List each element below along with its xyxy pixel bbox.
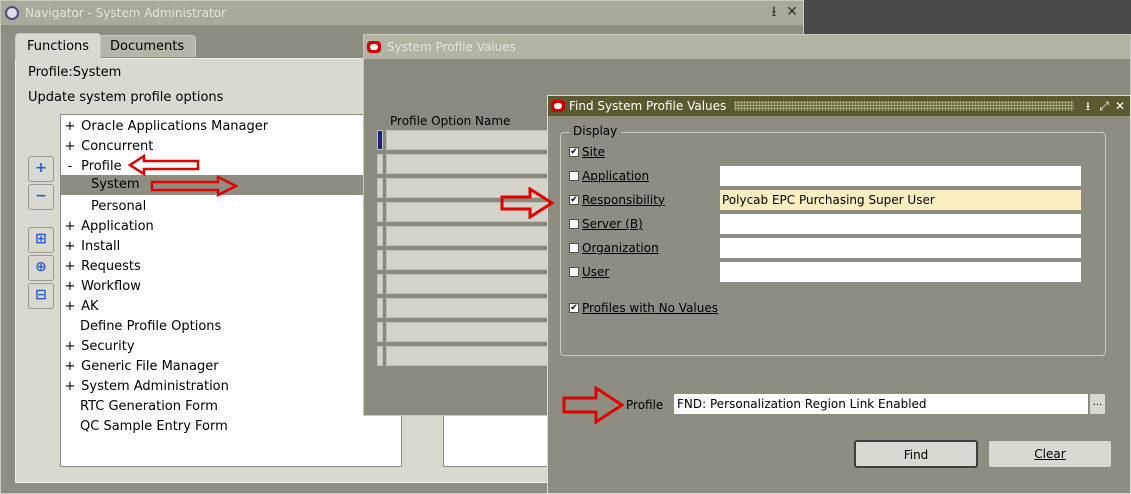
responsibility-checkbox[interactable]: ✔ Responsibility <box>569 193 665 207</box>
record-indicator[interactable] <box>377 346 383 366</box>
profiles-no-values-checkbox[interactable]: ✔ Profiles with No Values <box>569 301 718 315</box>
tree-item-profile[interactable]: - Profile <box>63 157 122 177</box>
profile-option-row[interactable] <box>386 346 556 366</box>
close-icon[interactable]: ✕ <box>1114 98 1126 114</box>
record-indicator[interactable] <box>377 250 383 270</box>
tree-item[interactable]: + Security <box>63 337 135 357</box>
navigator-titlebar[interactable]: Navigator - System Administrator ⭳ ✕ <box>1 1 803 25</box>
spv-title: System Profile Values <box>387 40 516 54</box>
tab-functions[interactable]: Functions <box>15 33 102 59</box>
organization-field[interactable] <box>719 237 1082 259</box>
oracle-logo-icon <box>367 41 381 53</box>
find-profile-values-dialog: Find System Profile Values ⭳ ⤢ ✕ Display… <box>547 95 1131 494</box>
collapse-icon[interactable]: − <box>28 184 54 210</box>
profile-label: Profile <box>626 398 664 412</box>
list-of-values-button[interactable]: ... <box>1089 393 1106 415</box>
user-checkbox[interactable]: User <box>569 265 609 279</box>
tree-item-personal[interactable]: Personal <box>63 197 146 217</box>
oracle-logo-icon <box>551 100 565 112</box>
collapse-all-icon[interactable]: ⊟ <box>28 283 54 309</box>
navigator-logo-icon <box>5 6 19 20</box>
tree-item[interactable]: + Application <box>63 217 154 237</box>
record-indicator[interactable] <box>377 202 383 222</box>
profile-field[interactable]: FND: Personalization Region Link Enabled <box>673 393 1089 415</box>
checkbox-checked-icon[interactable]: ✔ <box>569 303 579 313</box>
tree-item[interactable]: + Install <box>63 237 121 257</box>
tree-item[interactable]: QC Sample Entry Form <box>63 417 228 437</box>
clear-button[interactable]: Clear <box>988 440 1112 468</box>
tree-item[interactable]: + Requests <box>63 257 141 277</box>
checkbox-icon[interactable] <box>569 171 579 181</box>
function-tree[interactable]: + Oracle Applications Manager + Concurre… <box>60 114 402 467</box>
checkbox-icon[interactable] <box>569 267 579 277</box>
minimize-icon[interactable]: ⭳ <box>767 4 781 20</box>
record-indicator[interactable] <box>377 274 383 294</box>
arrow-right-icon <box>150 175 238 197</box>
organization-checkbox[interactable]: Organization <box>569 241 659 255</box>
record-indicator[interactable] <box>377 322 383 342</box>
arrow-right-icon <box>562 386 624 424</box>
expand-branch-icon[interactable]: ⊞ <box>28 227 54 253</box>
tree-item[interactable]: + AK <box>63 297 99 317</box>
display-group-title: Display <box>569 124 622 138</box>
profile-system-label: Profile:System <box>28 65 122 80</box>
profile-option-name-header: Profile Option Name <box>390 114 511 128</box>
record-indicator[interactable] <box>377 298 383 318</box>
checkbox-icon[interactable] <box>569 243 579 253</box>
application-field[interactable] <box>719 165 1082 187</box>
arrow-right-icon <box>500 187 554 219</box>
record-indicator[interactable] <box>377 178 383 198</box>
server-field[interactable] <box>719 213 1082 235</box>
record-indicator[interactable] <box>377 226 383 246</box>
tree-item[interactable]: + System Administration <box>63 377 229 397</box>
spv-titlebar[interactable]: System Profile Values <box>364 35 1130 59</box>
find-dialog-title: Find System Profile Values <box>569 99 727 113</box>
tree-item[interactable]: RTC Generation Form <box>63 397 218 417</box>
checkbox-checked-icon[interactable]: ✔ <box>569 147 579 157</box>
profile-option-row[interactable] <box>386 274 556 294</box>
tree-item[interactable]: + Workflow <box>63 277 141 297</box>
tree-item[interactable]: Define Profile Options <box>63 317 221 337</box>
checkbox-checked-icon[interactable]: ✔ <box>569 195 579 205</box>
profile-option-row[interactable] <box>386 298 556 318</box>
expand-all-icon[interactable]: ⊕ <box>28 255 54 281</box>
checkbox-icon[interactable] <box>569 219 579 229</box>
find-button[interactable]: Find <box>854 440 978 468</box>
navigator-title: Navigator - System Administrator <box>25 6 227 20</box>
record-indicator[interactable] <box>377 154 383 174</box>
close-icon[interactable]: ✕ <box>785 4 799 20</box>
server-checkbox[interactable]: Server (B) <box>569 217 643 231</box>
site-checkbox[interactable]: ✔ Site <box>569 145 605 159</box>
titlebar-grip <box>734 101 1074 111</box>
tree-item[interactable]: + Generic File Manager <box>63 357 219 377</box>
arrow-left-icon <box>128 154 200 176</box>
current-record-indicator[interactable] <box>377 130 383 150</box>
user-field[interactable] <box>719 261 1082 283</box>
navigator-subtitle: Update system profile options <box>28 90 224 105</box>
profile-option-row[interactable] <box>386 322 556 342</box>
responsibility-field[interactable]: Polycab EPC Purchasing Super User <box>719 189 1082 211</box>
minimize-icon[interactable]: ⭳ <box>1082 98 1094 114</box>
expand-icon[interactable]: + <box>28 156 54 182</box>
tab-documents[interactable]: Documents <box>98 35 197 57</box>
profile-option-row[interactable] <box>386 154 556 174</box>
profile-option-row[interactable] <box>386 226 556 246</box>
tree-item[interactable]: + Oracle Applications Manager <box>63 117 269 137</box>
profile-option-row[interactable] <box>386 250 556 270</box>
profile-option-row[interactable] <box>386 130 556 150</box>
maximize-icon[interactable]: ⤢ <box>1098 98 1110 114</box>
find-titlebar[interactable]: Find System Profile Values ⭳ ⤢ ✕ <box>548 96 1130 116</box>
application-checkbox[interactable]: Application <box>569 169 649 183</box>
